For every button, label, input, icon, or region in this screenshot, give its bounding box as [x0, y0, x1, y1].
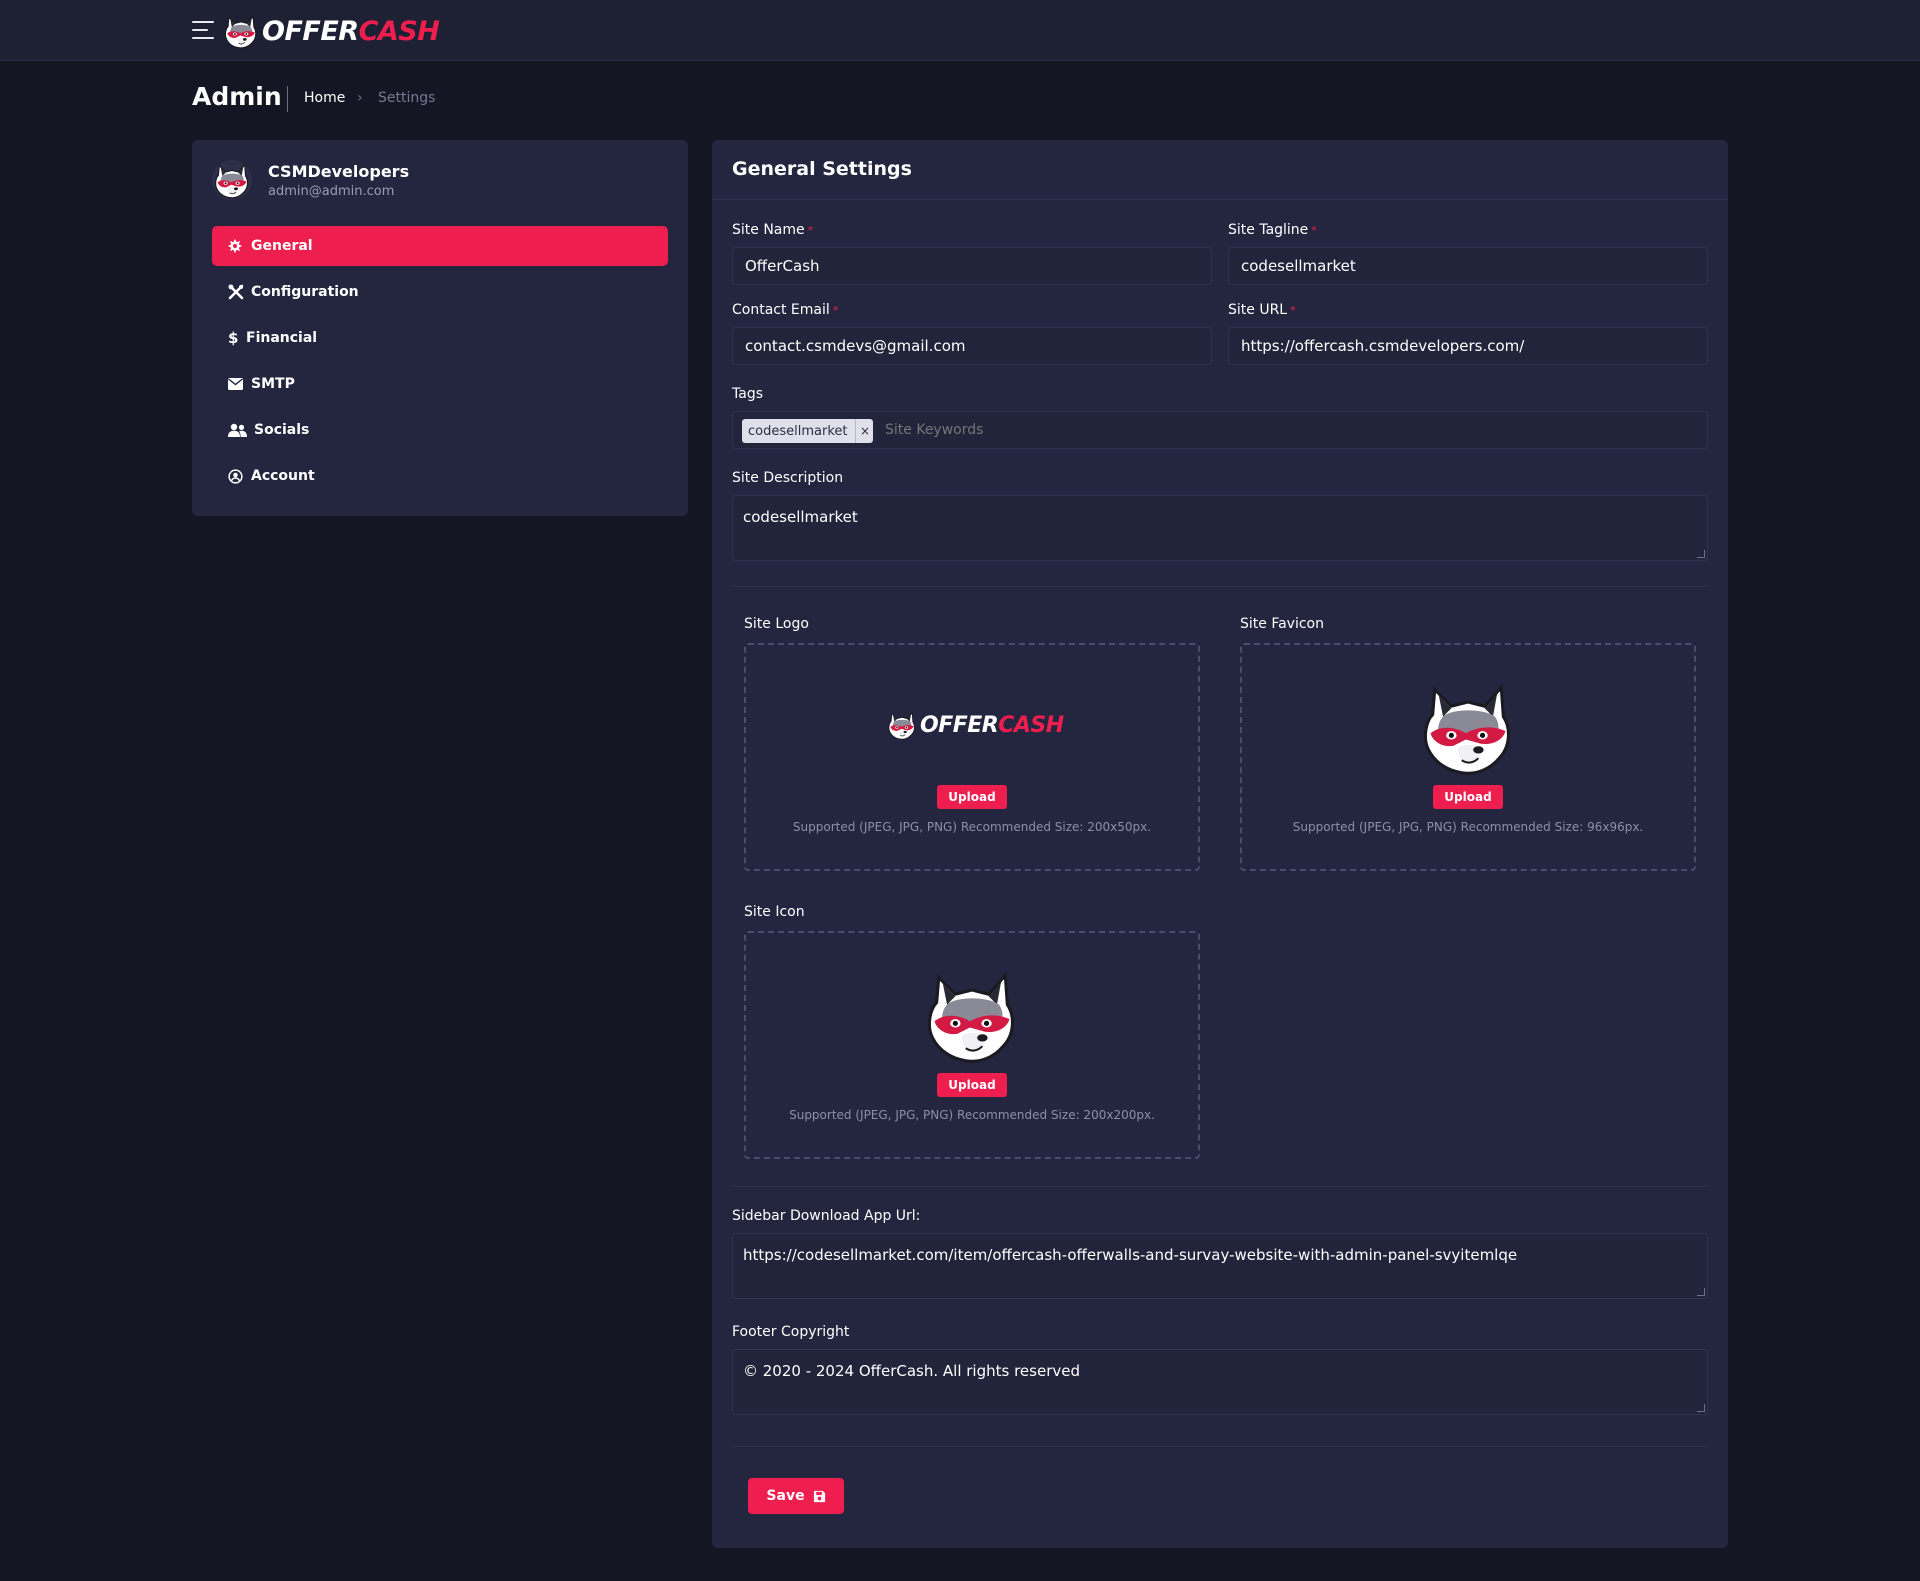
- resize-handle-icon[interactable]: [1697, 1288, 1705, 1296]
- sidebar-item-configuration[interactable]: Configuration: [212, 272, 668, 312]
- user-circle-icon: [228, 468, 248, 484]
- sidebar-item-account[interactable]: Account: [212, 456, 668, 496]
- sidebar-item-label: General: [251, 238, 313, 254]
- sidebar-item-financial[interactable]: $ Financial: [212, 318, 668, 358]
- breadcrumb-divider: [287, 86, 288, 112]
- sidebar-item-label: Financial: [246, 330, 318, 346]
- chevron-right-icon: ›: [357, 90, 363, 106]
- raccoon-avatar-icon: [212, 160, 252, 200]
- upload-logo-button[interactable]: Upload: [937, 785, 1007, 809]
- tags-input[interactable]: codesellmarket ×: [732, 411, 1708, 449]
- site-description-value: codesellmarket: [743, 508, 858, 526]
- site-name-label: Site Name *: [732, 222, 814, 238]
- footer-copyright-textarea[interactable]: © 2020 - 2024 OfferCash. All rights rese…: [732, 1349, 1708, 1415]
- tag-chip: codesellmarket ×: [742, 419, 874, 443]
- contact-email-label: Contact Email *: [732, 302, 839, 318]
- site-icon-label: Site Icon: [744, 904, 805, 920]
- breadcrumb-home-link[interactable]: Home: [304, 90, 345, 106]
- close-icon[interactable]: ×: [855, 419, 873, 443]
- brand-logo[interactable]: OFFERCASH: [222, 10, 440, 52]
- tag-chip-label: codesellmarket: [748, 423, 848, 439]
- footer-copyright-value: © 2020 - 2024 OfferCash. All rights rese…: [743, 1362, 1080, 1380]
- site-url-input[interactable]: https://offercash.csmdevelopers.com/: [1228, 327, 1708, 365]
- sidebar-item-label: Socials: [254, 422, 310, 438]
- dollar-icon: $: [228, 329, 239, 347]
- tag-keywords-input[interactable]: [885, 422, 1185, 438]
- envelope-icon: [228, 376, 248, 392]
- upload-favicon-button[interactable]: Upload: [1433, 785, 1503, 809]
- raccoon-logo-icon: [886, 709, 918, 741]
- site-tagline-input[interactable]: codesellmarket: [1228, 247, 1708, 285]
- contact-email-input[interactable]: contact.csmdevs@gmail.com: [732, 327, 1212, 365]
- site-icon-dropzone[interactable]: Upload Supported (JPEG, JPG, PNG) Recomm…: [744, 931, 1200, 1159]
- users-icon: [228, 422, 251, 438]
- logo-preview: OFFERCASH: [886, 709, 1064, 741]
- general-settings-card: General Settings Site Name * OfferCash Si…: [712, 140, 1728, 1548]
- site-logo-dropzone[interactable]: OFFERCASH Upload Supported (JPEG, JPG, P…: [744, 643, 1200, 871]
- sidebar-app-url-textarea[interactable]: https://codesellmarket.com/item/offercas…: [732, 1233, 1708, 1299]
- sidebar-app-url-value: https://codesellmarket.com/item/offercas…: [743, 1246, 1518, 1264]
- card-header: General Settings: [712, 140, 1728, 200]
- sidebar-app-url-label: Sidebar Download App Url:: [732, 1208, 921, 1224]
- site-url-label: Site URL *: [1228, 302, 1296, 318]
- brand-logo-text: OFFERCASH: [262, 15, 440, 47]
- upload-logo-note: Supported (JPEG, JPG, PNG) Recommended S…: [792, 820, 1152, 834]
- sidebar-item-smtp[interactable]: SMTP: [212, 364, 668, 404]
- avatar: [212, 160, 252, 200]
- sidebar-item-socials[interactable]: Socials: [212, 410, 668, 450]
- hamburger-icon[interactable]: [192, 19, 216, 41]
- save-button-label: Save: [766, 1488, 805, 1504]
- resize-handle-icon[interactable]: [1697, 550, 1705, 558]
- raccoon-logo-icon: [222, 12, 260, 50]
- raccoon-favicon-icon: [1416, 675, 1520, 779]
- tags-label: Tags: [732, 386, 763, 402]
- section-divider: [732, 586, 1708, 587]
- site-favicon-dropzone[interactable]: Upload Supported (JPEG, JPG, PNG) Recomm…: [1240, 643, 1696, 871]
- sidebar-item-label: Account: [251, 468, 315, 484]
- site-description-label: Site Description: [732, 470, 844, 486]
- top-navbar: OFFERCASH: [0, 0, 1920, 61]
- upload-icon-note: Supported (JPEG, JPG, PNG) Recommended S…: [789, 1108, 1155, 1122]
- tools-icon: [228, 284, 248, 300]
- breadcrumb-current: Settings: [378, 90, 436, 106]
- card-title: General Settings: [732, 158, 912, 180]
- section-divider: [732, 1446, 1708, 1447]
- sidebar-item-label: SMTP: [251, 376, 295, 392]
- sidebar-item-general[interactable]: General: [212, 226, 668, 266]
- sidebar-item-label: Configuration: [251, 284, 359, 300]
- site-description-textarea[interactable]: codesellmarket: [732, 495, 1708, 561]
- logo-preview-text: OFFERCASH: [920, 712, 1064, 738]
- raccoon-site-icon: [920, 963, 1024, 1067]
- site-logo-label: Site Logo: [744, 616, 809, 632]
- floppy-disk-icon: [813, 1490, 826, 1503]
- save-button[interactable]: Save: [748, 1478, 844, 1514]
- site-favicon-label: Site Favicon: [1240, 616, 1324, 632]
- settings-menu: General Configuration $ Financial SMTP S…: [212, 226, 668, 502]
- upload-favicon-note: Supported (JPEG, JPG, PNG) Recommended S…: [1292, 820, 1644, 834]
- resize-handle-icon[interactable]: [1697, 1404, 1705, 1412]
- page-title: Admin: [192, 82, 282, 111]
- section-divider: [732, 1186, 1708, 1187]
- footer-copyright-label: Footer Copyright: [732, 1324, 850, 1340]
- user-email: admin@admin.com: [268, 184, 395, 199]
- settings-sidebar-card: CSMDevelopers admin@admin.com General Co…: [192, 140, 688, 516]
- user-name: CSMDevelopers: [268, 162, 410, 181]
- upload-icon-button[interactable]: Upload: [937, 1073, 1007, 1097]
- site-name-input[interactable]: OfferCash: [732, 247, 1212, 285]
- site-tagline-label: Site Tagline *: [1228, 222, 1317, 238]
- gear-icon: [228, 238, 248, 254]
